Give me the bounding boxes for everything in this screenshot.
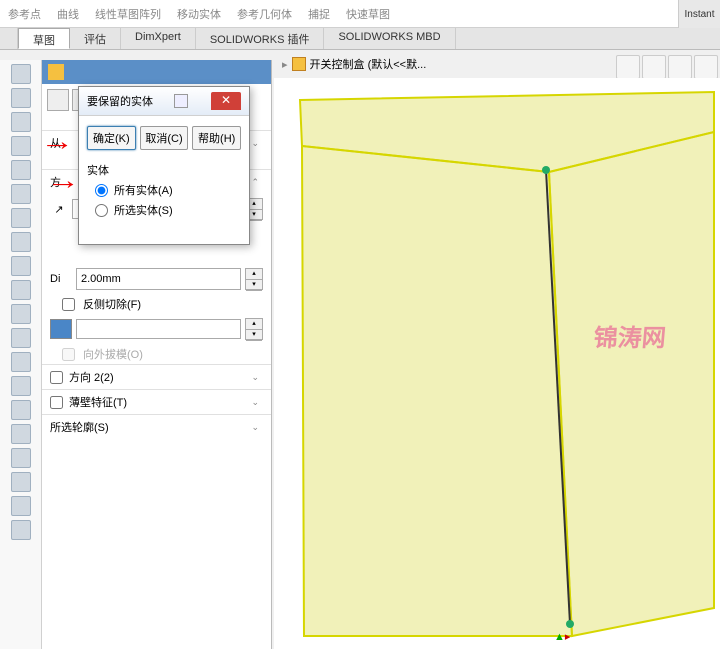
annotation-arrow: → xyxy=(40,126,74,157)
ribbon-item[interactable]: 参考几何体 xyxy=(237,6,292,22)
instant-button[interactable]: Instant xyxy=(678,0,720,28)
group-label: 实体 xyxy=(87,160,241,180)
command-tabs: 草图 评估 DimXpert SOLIDWORKS 插件 SOLIDWORKS … xyxy=(0,28,720,50)
tool-icon[interactable] xyxy=(11,328,31,348)
section-contours[interactable]: 所选轮廓(S) ⌄ xyxy=(42,414,271,439)
spinner[interactable]: ▴▾ xyxy=(245,268,263,290)
ribbon-item[interactable]: 移动实体 xyxy=(177,6,221,22)
tool-icon[interactable] xyxy=(11,496,31,516)
reverse-cut-row[interactable]: 反侧切除(F) xyxy=(42,294,271,314)
tab-evaluate[interactable]: 评估 xyxy=(70,28,121,49)
feature-icon xyxy=(48,64,64,80)
distance-row: Di ▴▾ xyxy=(42,264,271,294)
draft-out-row[interactable]: 向外拔模(O) xyxy=(42,344,271,364)
reverse-cut-checkbox[interactable] xyxy=(62,298,75,311)
cancel-button[interactable]: 取消(C) xyxy=(140,126,189,150)
tool-icon[interactable] xyxy=(11,352,31,372)
bodies-group: 实体 所有实体(A) 所选实体(S) xyxy=(87,160,241,220)
reverse-icon[interactable]: ↗ xyxy=(50,203,68,216)
radio-input[interactable] xyxy=(95,204,108,217)
view-tool-icon[interactable] xyxy=(668,55,692,79)
expand-icon[interactable]: ▸ xyxy=(282,58,288,71)
section-direction2[interactable]: 方向 2(2) ⌄ xyxy=(42,364,271,389)
distance-input[interactable] xyxy=(76,268,241,290)
tool-icon[interactable] xyxy=(11,304,31,324)
draft-icon[interactable] xyxy=(50,319,72,339)
tool-icon[interactable] xyxy=(11,520,31,540)
radio-label: 所选实体(S) xyxy=(114,202,173,218)
ribbon-item[interactable]: 参考点 xyxy=(8,6,41,22)
thin-checkbox[interactable] xyxy=(50,396,63,409)
radio-selected-bodies[interactable]: 所选实体(S) xyxy=(87,200,241,220)
radio-input[interactable] xyxy=(95,184,108,197)
tool-icon[interactable] xyxy=(11,232,31,252)
tool-icon[interactable] xyxy=(11,448,31,468)
graphics-area[interactable]: 锦涛网 ▲▸ xyxy=(274,78,720,649)
ribbon: 参考点 曲线 线性草图阵列 移动实体 参考几何体 捕捉 快速草图 Instant xyxy=(0,0,720,28)
part-icon xyxy=(292,57,306,71)
tool-icon[interactable] xyxy=(11,376,31,396)
triad-icon: ▲▸ xyxy=(554,624,570,645)
view-tools xyxy=(616,55,718,79)
tool-icon[interactable] xyxy=(11,112,31,132)
tool-icon[interactable] xyxy=(11,472,31,492)
tool-icon[interactable] xyxy=(11,64,31,84)
ribbon-item[interactable]: 线性草图阵列 xyxy=(95,6,161,22)
chevron-up-icon: ⌃ xyxy=(251,177,259,188)
spinner[interactable]: ▴▾ xyxy=(245,318,263,340)
chevron-down-icon: ⌄ xyxy=(251,138,259,149)
view-tool-icon[interactable] xyxy=(642,55,666,79)
section-label: 所选轮廓(S) xyxy=(50,419,109,435)
chevron-down-icon: ⌄ xyxy=(251,397,259,408)
distance-icon: Di xyxy=(50,273,72,285)
feature-tree-root[interactable]: ▸ 开关控制盒 (默认<<默... xyxy=(282,56,426,72)
draft-out-label: 向外拔模(O) xyxy=(83,346,143,362)
dialog-body: 确定(K) 取消(C) 帮助(H) 实体 所有实体(A) 所选实体(S) xyxy=(79,116,249,244)
help-icon[interactable] xyxy=(174,94,188,108)
draft-out-checkbox xyxy=(62,348,75,361)
chevron-down-icon: ⌄ xyxy=(251,422,259,433)
tab-dimxpert[interactable]: DimXpert xyxy=(121,28,196,49)
tool-icon[interactable] xyxy=(11,160,31,180)
close-icon[interactable]: ✕ xyxy=(211,92,241,110)
view-tool-icon[interactable] xyxy=(694,55,718,79)
tool-icon[interactable] xyxy=(11,88,31,108)
watermark: 锦涛网 xyxy=(592,318,667,353)
draft-row: ▴▾ xyxy=(42,314,271,344)
ribbon-item[interactable]: 曲线 xyxy=(57,6,79,22)
tool-icon[interactable] xyxy=(11,400,31,420)
tool-icon[interactable] xyxy=(11,208,31,228)
section-thin[interactable]: 薄壁特征(T) ⌄ xyxy=(42,389,271,414)
dir2-checkbox[interactable] xyxy=(50,371,63,384)
panel-header xyxy=(42,60,271,84)
dialog-title: 要保留的实体 xyxy=(87,93,153,109)
annotation-arrow: → xyxy=(46,165,80,196)
left-toolbar xyxy=(0,60,42,649)
tool-icon[interactable] xyxy=(11,136,31,156)
ok-button[interactable]: 确定(K) xyxy=(87,126,136,150)
ribbon-item[interactable]: 快速草图 xyxy=(346,6,390,22)
tab-mbd[interactable]: SOLIDWORKS MBD xyxy=(324,28,455,49)
section-label: 方向 2(2) xyxy=(69,369,114,385)
tool-icon[interactable] xyxy=(11,184,31,204)
section-label: 薄壁特征(T) xyxy=(69,394,127,410)
ok-icon[interactable] xyxy=(47,89,69,111)
chevron-down-icon: ⌄ xyxy=(251,372,259,383)
tool-icon[interactable] xyxy=(11,424,31,444)
radio-all-bodies[interactable]: 所有实体(A) xyxy=(87,180,241,200)
tool-icon[interactable] xyxy=(11,280,31,300)
dialog-titlebar[interactable]: 要保留的实体 ✕ xyxy=(79,87,249,116)
tool-icon[interactable] xyxy=(11,256,31,276)
draft-input[interactable] xyxy=(76,319,241,339)
help-button[interactable]: 帮助(H) xyxy=(192,126,241,150)
tab-plugins[interactable]: SOLIDWORKS 插件 xyxy=(196,28,325,49)
ribbon-item[interactable]: 捕捉 xyxy=(308,6,330,22)
view-tool-icon[interactable] xyxy=(616,55,640,79)
part-name: 开关控制盒 (默认<<默... xyxy=(310,56,427,72)
radio-label: 所有实体(A) xyxy=(114,182,173,198)
bodies-to-keep-dialog: 要保留的实体 ✕ 确定(K) 取消(C) 帮助(H) 实体 所有实体(A) 所选… xyxy=(78,86,250,245)
reverse-cut-label: 反侧切除(F) xyxy=(83,296,141,312)
tab-sketch[interactable]: 草图 xyxy=(18,28,70,49)
